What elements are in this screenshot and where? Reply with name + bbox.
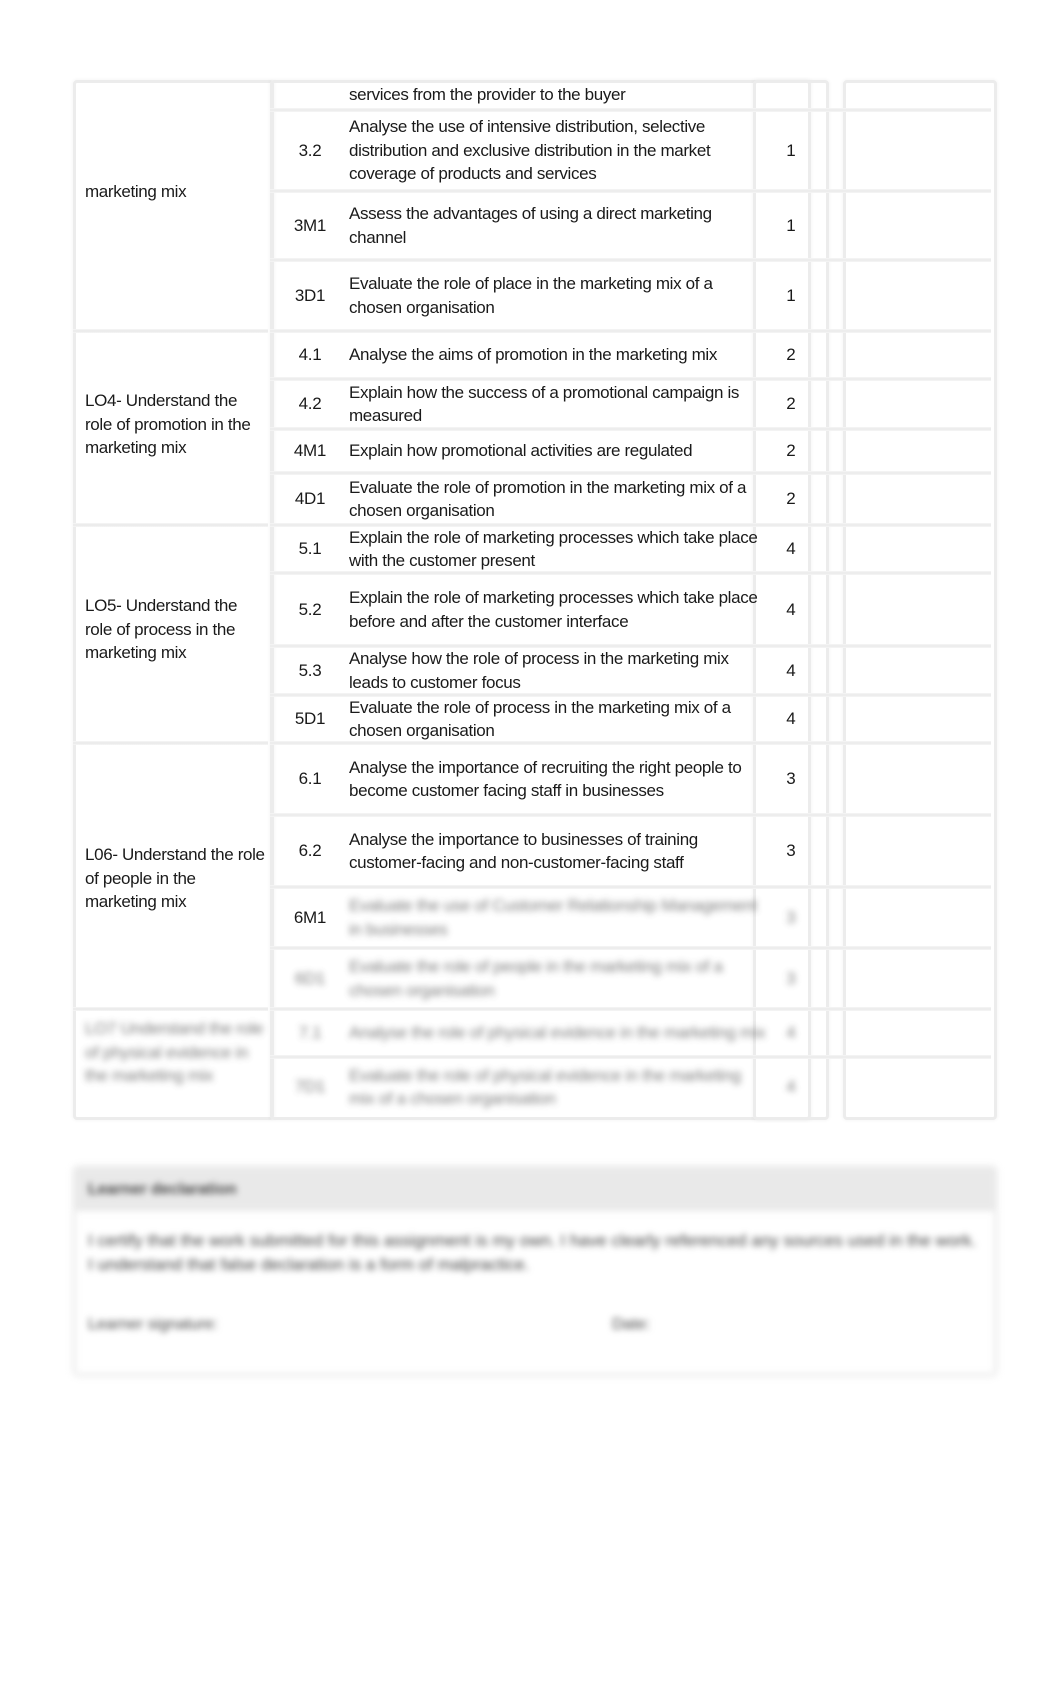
task-number: 2	[786, 441, 796, 460]
criterion-description: Evaluate the role of place in the market…	[349, 274, 713, 317]
table-row: 4.2 Explain how the success of a promoti…	[73, 379, 991, 431]
criterion-code: 4M1	[293, 441, 327, 460]
task-number: 3	[786, 968, 796, 988]
criterion-code: 3M1	[293, 215, 327, 235]
table-row: 5D1 Evaluate the role of process in the …	[73, 695, 991, 745]
criterion-description: Explain how the success of a promotional…	[349, 382, 740, 426]
table-row: 3M1 Assess the advantages of using a dir…	[73, 191, 991, 262]
criterion-code	[270, 80, 350, 110]
declaration-text: I certify that the work submitted for th…	[88, 1231, 977, 1274]
task-number: 2	[786, 345, 796, 364]
criterion-description: Analyse the use of intensive distributio…	[349, 117, 711, 184]
task-number: 4	[786, 709, 796, 728]
task-number: 1	[786, 285, 796, 305]
criterion-description: Evaluate the role of process in the mark…	[349, 697, 731, 741]
table-row: 7D1 Evaluate the role of physical eviden…	[73, 1057, 991, 1117]
task-number: 2	[786, 489, 796, 508]
task-number: 4	[786, 599, 796, 619]
task-number: 4	[786, 1077, 796, 1096]
table-row: 3D1 Evaluate the role of place in the ma…	[73, 260, 991, 333]
table-row: 3.2 Analyse the use of intensive distrib…	[73, 110, 991, 193]
criterion-code: 5D1	[294, 709, 326, 728]
declaration-title: Learner declaration	[76, 1169, 994, 1211]
criterion-code: 4.1	[298, 345, 322, 364]
criterion-code: 3D1	[294, 285, 326, 305]
criterion-code: 6.1	[298, 769, 322, 788]
task-number	[753, 80, 829, 110]
table-row: 4D1 Evaluate the role of promotion in th…	[73, 473, 991, 527]
criterion-code: 5.2	[298, 599, 322, 619]
assessment-criteria-table: marketing mix services from the provider…	[73, 80, 997, 1120]
criterion-code: 4.2	[298, 394, 322, 413]
table-row: 6M1 Evaluate the use of Customer Relatio…	[73, 887, 991, 950]
criterion-code: 3.2	[298, 140, 322, 160]
criterion-code: 4D1	[294, 489, 326, 508]
task-number: 4	[786, 539, 796, 558]
criterion-description: Assess the advantages of using a direct …	[349, 204, 712, 247]
criterion-description: Analyse the importance to businesses of …	[349, 829, 698, 873]
criterion-code: 7.1	[298, 1023, 322, 1042]
criterion-description: Evaluate the role of physical evidence i…	[349, 1065, 741, 1109]
table-row: 6D1 Evaluate the role of people in the m…	[73, 948, 991, 1011]
task-number: 3	[786, 907, 796, 927]
criterion-description: Analyse the importance of recruiting the…	[349, 757, 742, 801]
task-number: 1	[786, 140, 796, 160]
criterion-description: Analyse the role of physical evidence in…	[349, 1023, 766, 1043]
task-number: 3	[786, 769, 796, 788]
table-row: 5.2 Explain the role of marketing proces…	[73, 573, 991, 648]
criterion-description: Explain the role of marketing processes …	[349, 588, 758, 631]
table-row: 5.3 Analyse how the role of process in t…	[73, 646, 991, 697]
criterion-code: 5.3	[298, 660, 322, 680]
table-row: 4M1 Explain how promotional activities a…	[73, 429, 991, 475]
table-row: services from the provider to the buyer	[73, 80, 991, 112]
criterion-code: 6.2	[298, 841, 322, 860]
table-row: 5.1 Explain the role of marketing proces…	[73, 525, 991, 575]
criterion-description: Evaluate the role of promotion in the ma…	[349, 477, 747, 521]
criterion-description: Evaluate the role of people in the marke…	[349, 957, 723, 1000]
task-number: 3	[786, 841, 796, 860]
criterion-description: Analyse how the role of process in the m…	[349, 649, 729, 692]
date-label: Date:	[612, 1316, 651, 1333]
criterion-code: 5.1	[298, 539, 322, 558]
task-number: 4	[786, 1023, 796, 1042]
criterion-code: 7D1	[294, 1077, 326, 1096]
criterion-description: Explain the role of marketing processes …	[349, 527, 758, 571]
criterion-description: Explain how promotional activities are r…	[349, 441, 693, 461]
criterion-description: Analyse the aims of promotion in the mar…	[349, 345, 718, 365]
task-number: 4	[786, 660, 796, 680]
table-row: 6.2 Analyse the importance to businesses…	[73, 815, 991, 889]
criterion-description: Evaluate the use of Customer Relationshi…	[349, 896, 757, 939]
document-page: marketing mix services from the provider…	[0, 0, 1062, 1686]
table-row: 4.1 Analyse the aims of promotion in the…	[73, 331, 991, 381]
task-number: 2	[786, 394, 796, 413]
criterion-code: 6D1	[294, 968, 326, 988]
task-number: 1	[786, 215, 796, 235]
table-row: 6.1 Analyse the importance of recruiting…	[73, 743, 991, 817]
criterion-description: services from the provider to the buyer	[349, 85, 626, 105]
signature-label: Learner signature:	[88, 1316, 218, 1333]
table-row: 7.1 Analyse the role of physical evidenc…	[73, 1009, 991, 1059]
criterion-code: 6M1	[293, 907, 327, 927]
learner-declaration-box: Learner declaration I certify that the w…	[73, 1166, 997, 1376]
